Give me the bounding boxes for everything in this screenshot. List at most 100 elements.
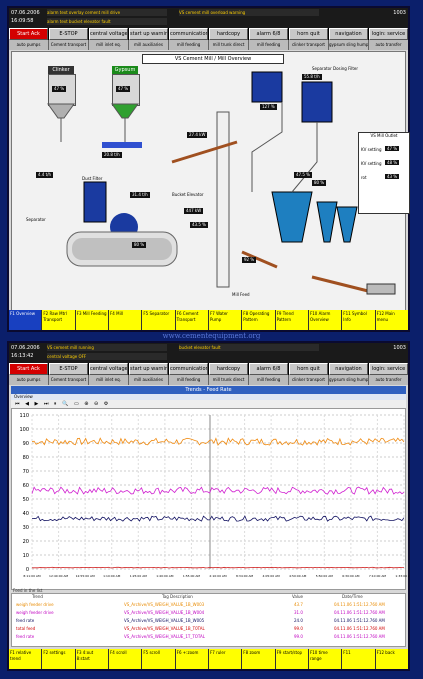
horn-quit-button[interactable]: horn quit	[289, 363, 328, 375]
hardcopy-button[interactable]: hardcopy	[209, 28, 248, 40]
fkey-start-stop[interactable]: F9 start/stop	[275, 649, 308, 669]
table-row[interactable]: feed rate VS_Archive/VS_WEIGH_VALUE_1B_W0…	[14, 618, 403, 624]
alarm-line-1[interactable]: alarm text overlay cement mill drive	[47, 9, 167, 16]
tag-description: VS_Archive/VS_WEIGH_VALUE_1B_W005	[124, 618, 205, 623]
group-tab[interactable]: mill auxiliaries	[129, 40, 168, 50]
y-tick-label: 90	[23, 441, 29, 447]
fkey-time-range[interactable]: F10 time range	[308, 649, 342, 669]
communication-button[interactable]: communication PC <-> PLS	[169, 28, 208, 40]
alarm-line-2[interactable]: central voltage OFF	[47, 353, 167, 360]
x-tick-label: 12:55:00 AM	[76, 574, 95, 578]
horn-quit-button[interactable]: horn quit	[289, 28, 328, 40]
group-tab[interactable]: mill feeding	[169, 40, 208, 50]
group-tab[interactable]: mill auxiliaries	[129, 375, 168, 385]
watermark: www.cementequipment.org	[162, 332, 261, 340]
fkey-mill[interactable]: F4 Mill	[108, 310, 142, 330]
communication-button[interactable]: communication PC <-> PLS	[169, 363, 208, 375]
alarm-line-3[interactable]: bucket elevator fault	[179, 344, 319, 351]
group-tab[interactable]: mill trunk direct	[209, 375, 248, 385]
login-button[interactable]: login: service	[369, 28, 408, 40]
measured-value: 80 %	[132, 242, 147, 248]
group-tab[interactable]: gypsum sling hump	[329, 40, 368, 50]
fkey-scroll-right[interactable]: F5 scroll	[142, 649, 175, 669]
navigation-button[interactable]: navigation	[329, 363, 368, 375]
fkey-settings[interactable]: F2 settings	[42, 649, 75, 669]
table-row[interactable]: total feed VS_Archive/VS_WEIGH_VALUE_1B_T…	[14, 626, 403, 632]
trend-plot: 0 10 20 30 40 50 60 70 80 90 100 110 8:11:00 AM 12:40…	[19, 413, 413, 578]
fkey-zoom[interactable]: F8 zoom	[242, 649, 275, 669]
table-row[interactable]: weigh feeder drive VS_Archive/VS_WEIGH_VA…	[14, 610, 403, 616]
fkey-mill-feeding[interactable]: F3 Mill Feeding	[75, 310, 108, 330]
dust-filter[interactable]	[83, 181, 107, 223]
start-ack-button[interactable]: Start Ack	[9, 28, 48, 40]
cyclone-1[interactable]	[316, 201, 338, 243]
fkey-main-menu[interactable]: F12 Main menu	[375, 310, 408, 330]
separator-dosing-filter[interactable]	[251, 71, 283, 103]
fkey-number: F10	[309, 311, 318, 316]
fkey-operating-pattern[interactable]: F8 Operating Pattern	[242, 310, 275, 330]
fkey-alarm-overview[interactable]: F10 Alarm Overview	[308, 310, 342, 330]
group-tab[interactable]: Cement transport	[49, 40, 88, 50]
trend-name: feed rate	[16, 634, 35, 639]
fkey-back[interactable]: F12 back	[375, 649, 408, 669]
group-tab[interactable]: mill feeding	[169, 375, 208, 385]
group-tab[interactable]: clinker transport	[289, 40, 328, 50]
alarm-button[interactable]: alarm 6/8	[249, 363, 288, 375]
fkey-separator[interactable]: F5 Separator	[142, 310, 175, 330]
fkey-start[interactable]: F3 4:out 8:start	[75, 649, 108, 669]
central-voltage-button[interactable]: central voltage off	[89, 28, 128, 40]
navigation-button[interactable]: navigation	[329, 28, 368, 40]
group-tab[interactable]: mill feeding	[249, 375, 288, 385]
login-button[interactable]: login: service	[369, 363, 408, 375]
fkey-scroll-left[interactable]: F4 scroll	[108, 649, 142, 669]
alarm-button[interactable]: alarm 6/8	[249, 28, 288, 40]
trend-table: Trend Tag Description Value Date/Time we…	[11, 593, 406, 647]
group-tab[interactable]: gypsum sling hump	[329, 375, 368, 385]
group-tab[interactable]: auto pumps	[9, 375, 48, 385]
fkey-overview[interactable]: F1 Overview	[9, 310, 42, 330]
startup-warning-button[interactable]: start up warning	[129, 28, 168, 40]
alarm-line-2[interactable]: alarm text bucket elevator fault	[47, 18, 167, 25]
group-tab[interactable]: auto transfer	[369, 40, 408, 50]
table-row[interactable]: feed rate VS_Archive/VS_WEIGH_VALUE_1T_TO…	[14, 634, 403, 640]
group-tab[interactable]: mill inlet eq.	[89, 375, 128, 385]
fkey-relative-trend[interactable]: F1 relative trend	[9, 649, 42, 669]
trend-toolbar[interactable]: ⏮ ◀ ▶ ⏭ ⏸ 🔍 ▭ ⊕ ⊖ ⚙	[11, 400, 406, 408]
alarm-line-3[interactable]: VS cement mill overload warning	[179, 9, 319, 16]
start-ack-button[interactable]: Start Ack	[9, 363, 48, 375]
group-tab[interactable]: Cement transport	[49, 375, 88, 385]
outlet-row-value: 43 %	[385, 174, 400, 179]
hardcopy-button[interactable]: hardcopy	[209, 363, 248, 375]
date-label: 07.06.2006	[11, 345, 40, 351]
separator[interactable]	[271, 191, 313, 243]
screw-conveyor[interactable]	[366, 283, 396, 295]
fkey-zoom-in[interactable]: F6 +:zoom	[175, 649, 208, 669]
startup-warning-button[interactable]: start up warning	[129, 363, 168, 375]
fkey-water-pump[interactable]: F7 Water Pump	[208, 310, 242, 330]
central-voltage-button[interactable]: central voltage off	[89, 363, 128, 375]
group-tab[interactable]: mill trunk direct	[209, 40, 248, 50]
fkey-cement-transport[interactable]: F6 Cement Transport	[175, 310, 208, 330]
fkey-raw-material[interactable]: F2 Raw Mtrl Transport	[42, 310, 75, 330]
fkey-blank[interactable]: F11	[342, 649, 375, 669]
fkey-label: +:zoom	[182, 650, 199, 655]
measured-value: 4.4 t/h	[36, 172, 54, 178]
separator-filter[interactable]	[301, 81, 333, 123]
group-tab[interactable]: mill feeding	[249, 40, 288, 50]
table-row[interactable]: weigh feeder drive VS_Archive/VS_WEIGH_VA…	[14, 602, 403, 608]
weigh-feeder[interactable]	[102, 142, 142, 148]
group-tab[interactable]: clinker transport	[289, 375, 328, 385]
group-tab[interactable]: auto transfer	[369, 375, 408, 385]
bucket-elevator[interactable]	[216, 111, 230, 288]
fkey-ruler[interactable]: F7 ruler	[208, 649, 242, 669]
fkey-symbol-info[interactable]: F11 Symbol Info	[342, 310, 375, 330]
trend-chart[interactable]: 0 10 20 30 40 50 60 70 80 90 100 110 8:11:00 AM 12:40…	[11, 408, 413, 590]
e-stop-button[interactable]: E-STOP	[49, 363, 88, 375]
group-tab[interactable]: auto pumps	[9, 40, 48, 50]
group-tab[interactable]: mill inlet eq.	[89, 40, 128, 50]
e-stop-button[interactable]: E-STOP	[49, 28, 88, 40]
conveyor[interactable]	[311, 275, 373, 294]
fkey-trend-pattern[interactable]: F9 Trend Pattern	[275, 310, 308, 330]
alarm-line-1[interactable]: VS cement mill running	[47, 344, 167, 351]
cyclone-2[interactable]	[336, 206, 358, 243]
